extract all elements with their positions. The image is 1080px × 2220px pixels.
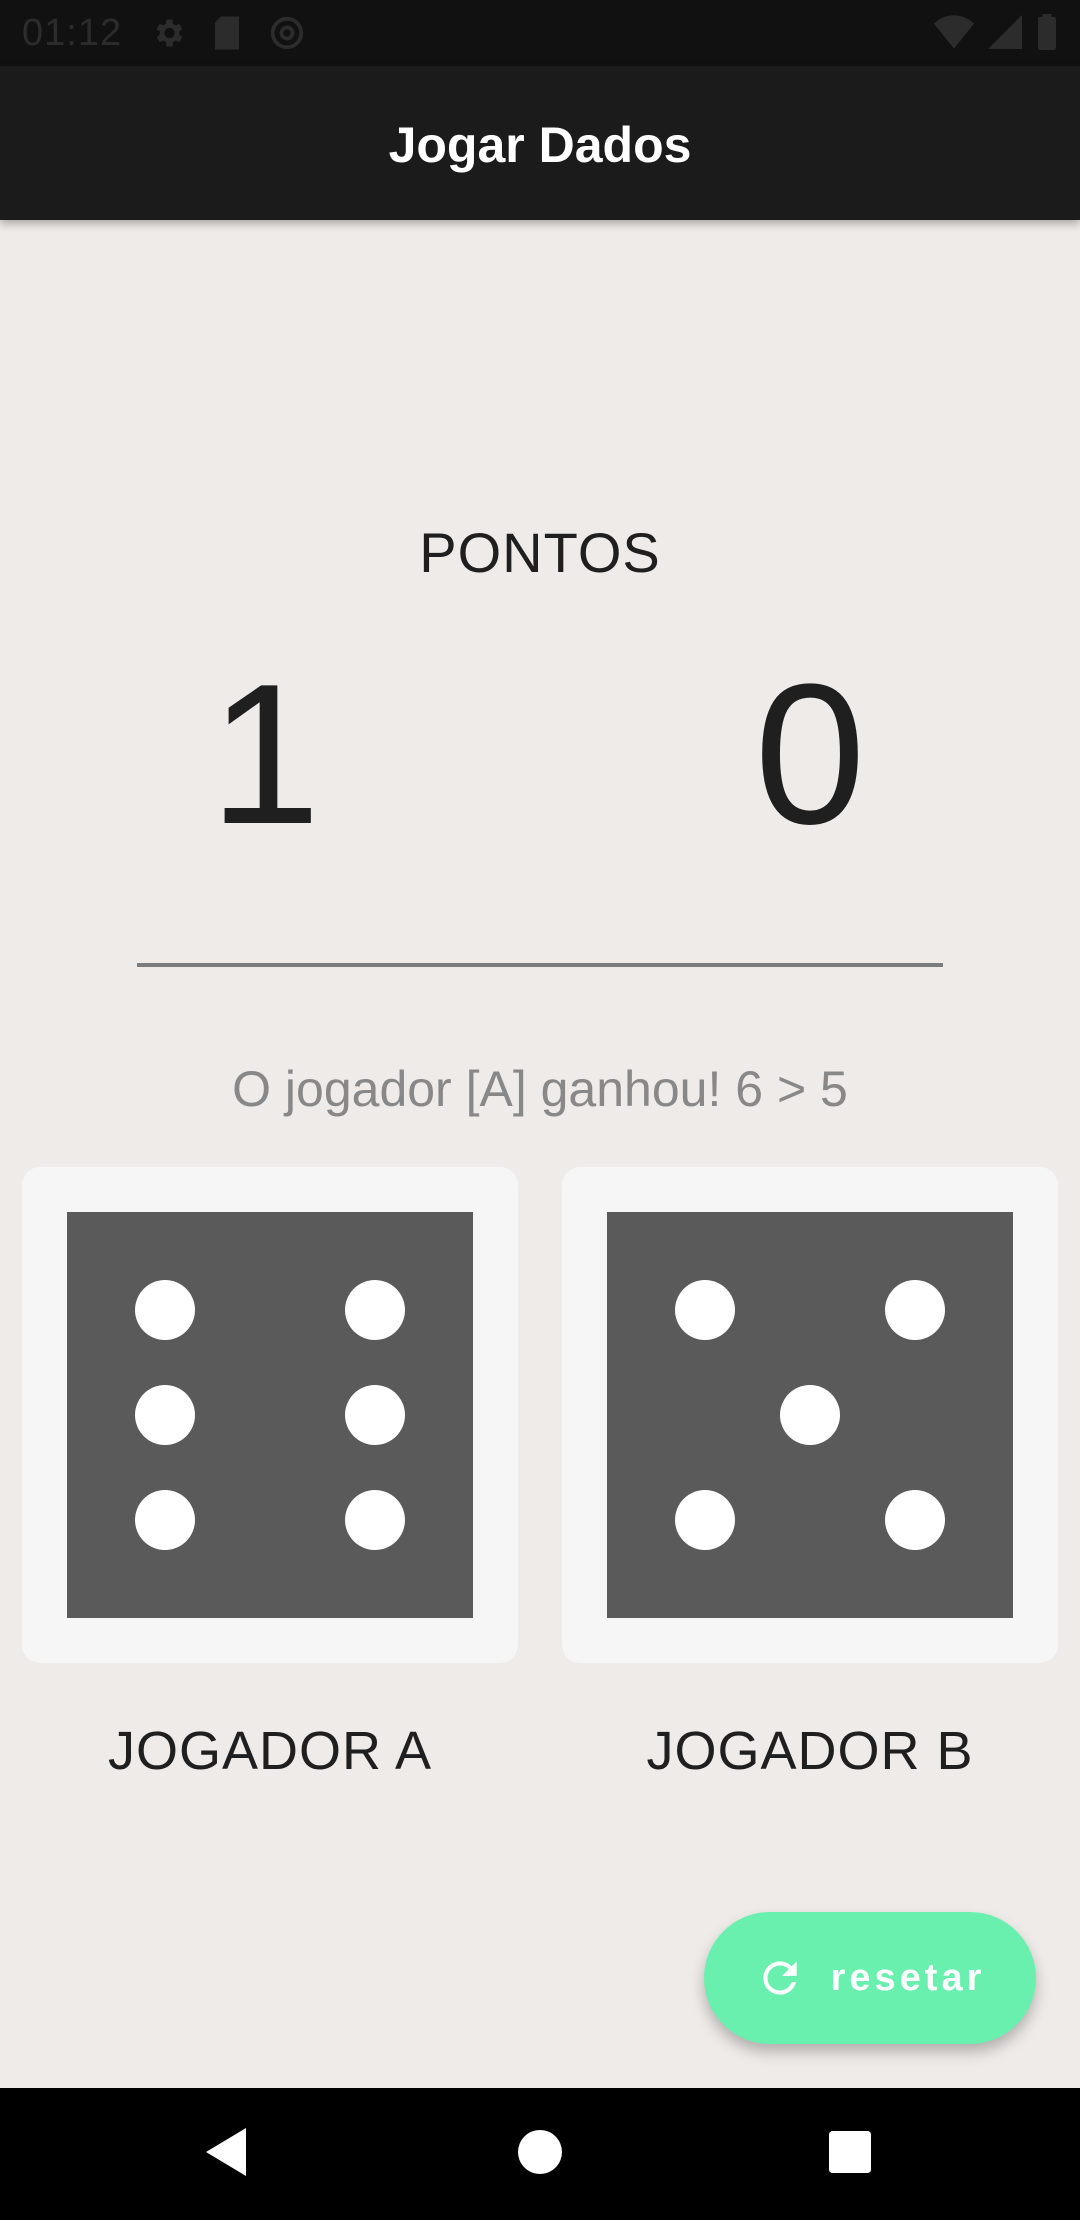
die-face-player-a[interactable] <box>67 1212 473 1618</box>
signal-icon <box>988 15 1022 49</box>
die-face-player-b[interactable] <box>607 1212 1013 1618</box>
score-heading: PONTOS <box>419 521 661 584</box>
divider <box>137 963 943 967</box>
player-label-b: JOGADOR B <box>646 1721 974 1781</box>
back-button[interactable] <box>160 2088 292 2220</box>
nav-bar <box>0 2088 1080 2220</box>
die-card-player-a[interactable] <box>22 1167 518 1663</box>
refresh-icon <box>755 1953 805 2003</box>
recents-icon <box>829 2130 871 2178</box>
die-pip <box>135 1280 195 1340</box>
sd-card-icon <box>212 15 242 51</box>
status-left-icons <box>150 14 306 52</box>
die-pip <box>135 1490 195 1550</box>
score-player-b: 0 <box>754 643 866 866</box>
status-right-icons <box>934 14 1058 50</box>
die-pip <box>675 1490 735 1550</box>
wifi-icon <box>934 15 974 49</box>
back-icon <box>202 2126 250 2183</box>
app-title: Jogar Dados <box>388 117 692 173</box>
player-label-a: JOGADOR A <box>107 1721 433 1781</box>
gear-icon <box>150 15 186 51</box>
result-message: O jogador [A] ganhou! 6 > 5 <box>232 1061 848 1117</box>
home-button[interactable] <box>474 2088 606 2220</box>
status-bar: 01:12 <box>0 0 1080 66</box>
die-pip <box>345 1280 405 1340</box>
die-pip <box>780 1385 840 1445</box>
app-bar: Jogar Dados <box>0 66 1080 220</box>
die-card-player-b[interactable] <box>562 1167 1058 1663</box>
die-pip <box>345 1490 405 1550</box>
die-pip <box>675 1280 735 1340</box>
status-time: 01:12 <box>22 12 123 54</box>
battery-icon <box>1036 14 1058 50</box>
reset-label: resetar <box>830 1956 986 1999</box>
die-pip <box>885 1280 945 1340</box>
at-sign-icon <box>268 14 306 52</box>
die-pip <box>885 1490 945 1550</box>
die-pip <box>345 1385 405 1445</box>
reset-button[interactable]: resetar <box>704 1912 1036 2044</box>
die-pip <box>135 1385 195 1445</box>
home-icon <box>518 2129 562 2179</box>
recents-button[interactable] <box>784 2088 916 2220</box>
score-player-a: 1 <box>209 643 321 866</box>
